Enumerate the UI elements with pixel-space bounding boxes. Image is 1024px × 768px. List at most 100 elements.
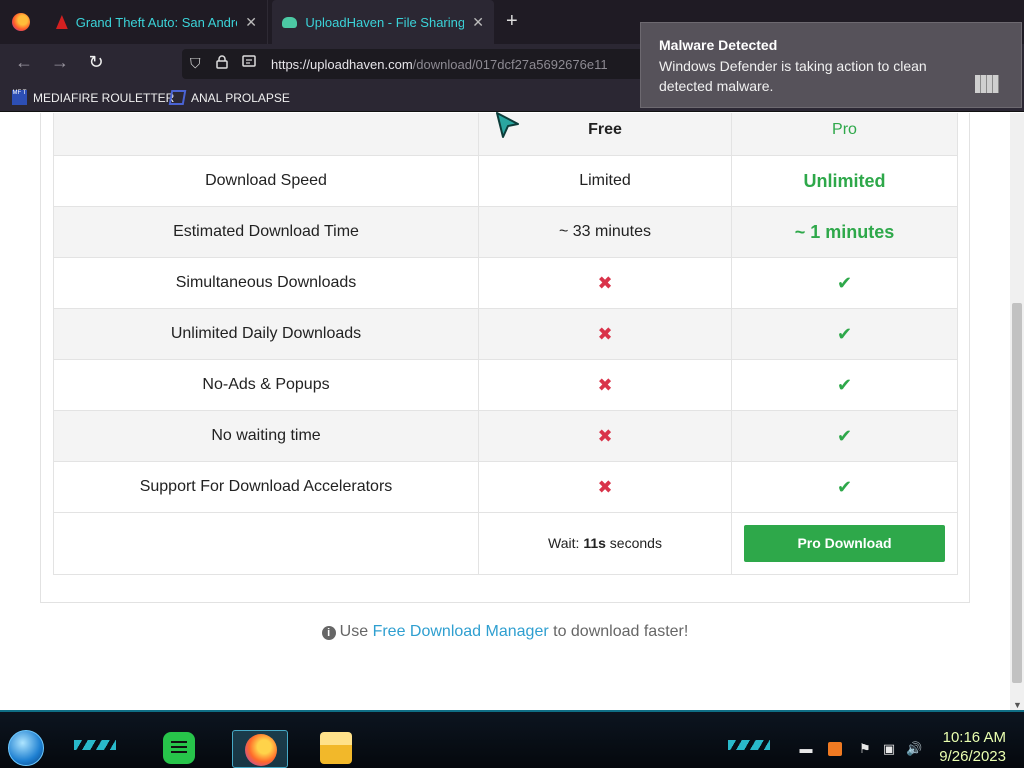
file-explorer-icon[interactable] (320, 732, 352, 764)
feature-cell: Support For Download Accelerators (53, 461, 479, 513)
pro-cell: ~ 1 minutes (731, 206, 958, 258)
feature-cell: Simultaneous Downloads (53, 257, 479, 309)
table-row: Unlimited Daily Downloads ✖ ✔ (53, 308, 958, 360)
table-row: Download Speed Limited Unlimited (53, 155, 958, 207)
tab-title: Grand Theft Auto: San Andreas (75, 14, 238, 30)
scrollbar-thumb[interactable] (1012, 303, 1022, 683)
keyboard-icon[interactable]: ▬ (796, 742, 816, 756)
pro-cell: ✔ (731, 308, 958, 360)
feature-cell: Download Speed (53, 155, 479, 207)
bookmark-label: MEDIAFIRE ROULETTER (33, 90, 175, 105)
page-content: Free Pro Download Speed Limited Unlimite… (0, 113, 1010, 710)
free-cell: ✖ (478, 410, 732, 462)
clock-time: 10:16 AM (942, 729, 1006, 746)
free-cell: ✖ (478, 308, 732, 360)
firefox-menu-icon[interactable] (12, 13, 30, 31)
action-center-flag-icon[interactable]: ⚑ (858, 742, 872, 756)
close-icon[interactable]: ✕ (472, 14, 484, 31)
mouse-cursor-icon (496, 112, 519, 138)
reload-button[interactable]: ↻ (84, 52, 108, 73)
page-info-icon[interactable] (242, 55, 256, 72)
wait-seconds: 11s (583, 534, 606, 551)
table-row: Estimated Download Time ~ 33 minutes ~ 1… (53, 206, 958, 258)
back-button[interactable]: ← (12, 52, 36, 73)
table-row: No waiting time ✖ ✔ (53, 410, 958, 462)
check-icon: ✔ (836, 272, 853, 293)
new-tab-button[interactable]: + (506, 10, 518, 33)
free-cell: ✖ (478, 257, 732, 309)
pro-cell: ✔ (731, 461, 958, 513)
notification-title: Malware Detected (659, 37, 778, 53)
tray-app-icon[interactable] (828, 742, 842, 756)
fdm-prefix: Use (339, 623, 373, 640)
feature-cell: Estimated Download Time (53, 206, 479, 258)
url-host: https://uploadhaven.com (271, 57, 413, 72)
url-bar[interactable]: ⛉ https://uploadhaven.com/download/017dc… (182, 49, 662, 79)
fdm-link[interactable]: Free Download Manager (373, 623, 549, 640)
volume-icon[interactable]: 🔊 (906, 742, 922, 756)
malware-notification[interactable]: Malware Detected Windows Defender is tak… (640, 22, 1022, 108)
cloud-favicon-icon (282, 16, 298, 28)
pro-cell: ✔ (731, 410, 958, 462)
table-action-row: Wait: 11s seconds Pro Download (53, 512, 958, 575)
table-row: No-Ads & Popups ✖ ✔ (53, 359, 958, 411)
check-icon: ✔ (836, 476, 853, 497)
check-icon: ✔ (836, 374, 853, 395)
free-cell: ✖ (478, 461, 732, 513)
gta-favicon-icon (56, 15, 68, 29)
scroll-down-icon[interactable]: ▼ (1013, 700, 1022, 710)
wait-suffix: seconds (605, 534, 662, 551)
feature-cell: No-Ads & Popups (53, 359, 479, 411)
table-row: Support For Download Accelerators ✖ ✔ (53, 461, 958, 513)
pro-header: Pro (731, 113, 958, 156)
feature-cell: Unlimited Daily Downloads (53, 308, 479, 360)
pro-cell: ✔ (731, 359, 958, 411)
url-path: /download/017dcf27a5692676e11 (412, 57, 608, 72)
fdm-promo: i Use Free Download Manager to download f… (0, 623, 1010, 641)
close-icon[interactable]: ✕ (245, 14, 257, 31)
bookmark-anal-prolapse[interactable]: ANAL PROLAPSE (168, 90, 290, 105)
cross-icon: ✖ (597, 374, 613, 395)
feature-header (53, 113, 479, 156)
free-cell: ✖ (478, 359, 732, 411)
pro-download-cell: Pro Download (731, 512, 958, 575)
firewall-icon (975, 75, 999, 93)
network-icon[interactable]: ▣ (882, 742, 896, 756)
url-text[interactable]: https://uploadhaven.com/download/017dcf2… (271, 57, 651, 72)
comparison-table: Free Pro Download Speed Limited Unlimite… (53, 113, 958, 575)
cross-icon: ✖ (597, 476, 613, 497)
feature-cell: No waiting time (53, 410, 479, 462)
cross-icon: ✖ (597, 323, 613, 344)
mediafire-bookmark-icon: MF T (12, 90, 27, 105)
pro-cell: ✔ (731, 257, 958, 309)
firefox-icon (245, 734, 277, 766)
taskbar-decoration (728, 740, 770, 750)
cross-icon: ✖ (597, 272, 613, 293)
free-wait-cell: Wait: 11s seconds (478, 512, 732, 575)
table-row: Simultaneous Downloads ✖ ✔ (53, 257, 958, 309)
wait-countdown: Wait: 11s seconds (548, 535, 662, 551)
lock-icon[interactable] (216, 55, 228, 72)
clock-date: 9/26/2023 (939, 748, 1006, 765)
taskbar-firefox-button[interactable] (232, 730, 288, 768)
tab-title: UploadHaven - File Sharing Ma (305, 14, 465, 30)
taskbar-decoration (74, 740, 116, 750)
tab-gta[interactable]: Grand Theft Auto: San Andreas ✕ (46, 0, 268, 44)
free-cell: ~ 33 minutes (478, 206, 732, 258)
check-icon: ✔ (836, 323, 853, 344)
empty-cell (53, 512, 479, 575)
forward-button[interactable]: → (48, 52, 72, 73)
bookmark-label: ANAL PROLAPSE (191, 90, 290, 105)
taskbar: ▬ ⚑ ▣ 🔊 10:16 AM 9/26/2023 (0, 710, 1024, 768)
start-button[interactable] (8, 730, 44, 766)
system-clock[interactable]: 10:16 AM 9/26/2023 (939, 728, 1006, 766)
bookmark-mediafire-rouletter[interactable]: MF T MEDIAFIRE ROULETTER (12, 90, 174, 105)
check-icon: ✔ (836, 425, 853, 446)
pro-download-button[interactable]: Pro Download (744, 525, 945, 562)
page-scrollbar[interactable]: ▼ (1010, 113, 1024, 710)
notes-app-icon[interactable] (163, 732, 195, 764)
shield-icon[interactable]: ⛉ (190, 55, 201, 72)
notification-body: Windows Defender is taking action to cle… (659, 58, 927, 94)
tab-uploadhaven[interactable]: UploadHaven - File Sharing Ma ✕ (272, 0, 494, 44)
free-cell: Limited (478, 155, 732, 207)
